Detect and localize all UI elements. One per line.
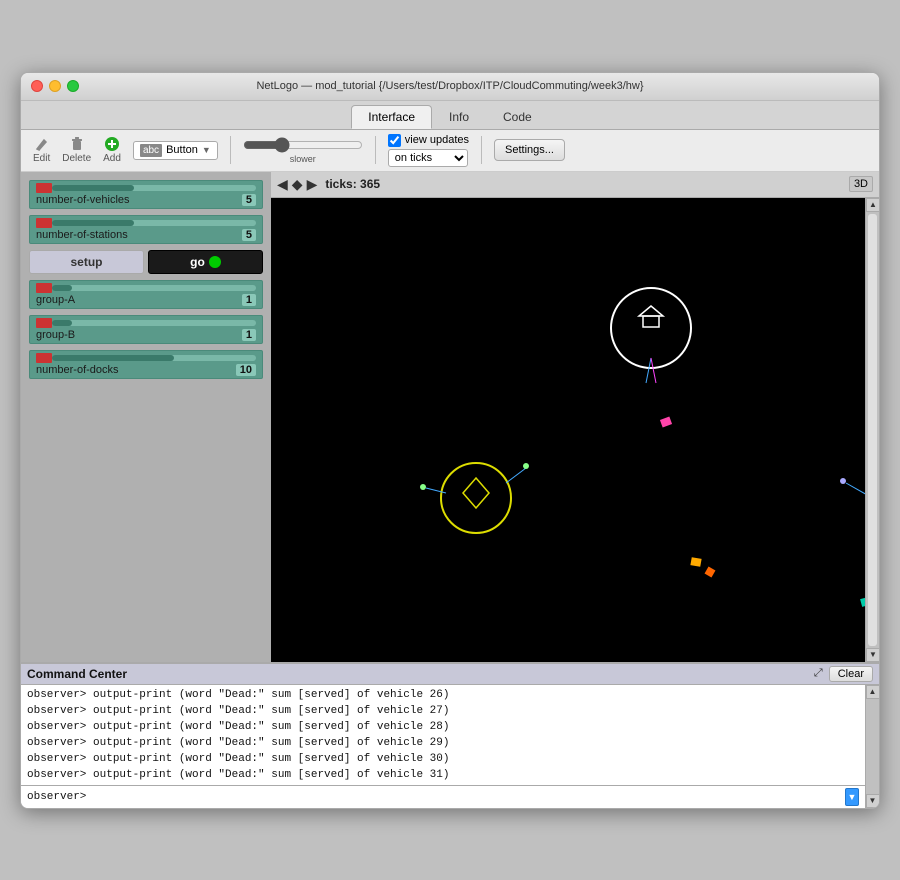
view-icons: ◀ ◆ ▶ xyxy=(277,176,317,193)
output-line-2: observer> output-print (word "Dead:" sum… xyxy=(27,703,859,719)
setup-button[interactable]: setup xyxy=(29,250,144,274)
on-ticks-select[interactable]: on ticks continuous xyxy=(388,149,468,167)
slider-fill xyxy=(52,185,134,191)
scroll-down-arrow[interactable]: ▼ xyxy=(866,648,879,662)
element-type-dropdown[interactable]: abc Button ▼ xyxy=(133,141,218,160)
command-scrollbar: ▲ ▼ xyxy=(865,685,879,808)
slider-indicator xyxy=(36,183,52,193)
tab-bar: Interface Info Code xyxy=(21,101,879,130)
slider-fill xyxy=(52,285,72,291)
view-updates-checkbox[interactable] xyxy=(388,134,401,147)
scroll-thumb[interactable] xyxy=(868,214,877,646)
slider-number-of-docks: number-of-docks 10 xyxy=(29,350,263,379)
dropdown-arrow-icon: ▼ xyxy=(202,145,211,155)
toolbar: Edit Delete Add abc Butt xyxy=(21,130,879,172)
command-output: observer> output-print (word "Dead:" sum… xyxy=(21,685,865,785)
add-button[interactable]: Add xyxy=(99,134,125,166)
delete-button[interactable]: Delete xyxy=(58,134,95,166)
separator-2 xyxy=(375,136,376,164)
slider-group-b: group-B 1 xyxy=(29,315,263,344)
slider-group-a: group-A 1 xyxy=(29,280,263,309)
simulation-svg xyxy=(271,198,865,662)
edit-button[interactable]: Edit xyxy=(29,134,54,166)
ticks-display: ticks: 365 xyxy=(325,177,380,191)
title-bar: NetLogo — mod_tutorial {/Users/test/Drop… xyxy=(21,73,879,101)
command-center-title: Command Center xyxy=(27,667,127,681)
cmd-scroll-down[interactable]: ▼ xyxy=(866,794,880,808)
slider-track xyxy=(52,320,256,326)
slider-fill xyxy=(52,355,174,361)
scroll-up-arrow[interactable]: ▲ xyxy=(866,198,879,212)
main-window: NetLogo — mod_tutorial {/Users/test/Drop… xyxy=(20,72,880,809)
command-input-row: observer> ▼ xyxy=(21,785,865,808)
left-panel: number-of-vehicles 5 number-of-stations … xyxy=(21,172,271,662)
command-center: Command Center ⤢ Clear observer> output-… xyxy=(21,662,879,808)
slider-track xyxy=(52,355,256,361)
window-title: NetLogo — mod_tutorial {/Users/test/Drop… xyxy=(256,80,643,92)
settings-button[interactable]: Settings... xyxy=(494,139,565,161)
traffic-lights xyxy=(31,80,79,92)
slider-track xyxy=(52,285,256,291)
output-line-1: observer> output-print (word "Dead:" sum… xyxy=(27,687,859,703)
expand-icon[interactable]: ⤢ xyxy=(814,667,823,680)
setup-go-row: setup go xyxy=(29,250,263,274)
tab-interface[interactable]: Interface xyxy=(351,105,432,129)
on-ticks-row: on ticks continuous xyxy=(388,149,469,167)
sim-canvas-inner xyxy=(271,198,865,662)
slider-indicator xyxy=(36,283,52,293)
view-area: ◀ ◆ ▶ ticks: 365 3D xyxy=(271,172,879,662)
command-prompt: observer> xyxy=(27,791,86,803)
view-updates-row: view updates xyxy=(388,134,469,147)
command-body: observer> output-print (word "Dead:" sum… xyxy=(21,685,879,808)
clear-button[interactable]: Clear xyxy=(829,666,873,682)
tab-code[interactable]: Code xyxy=(486,105,549,129)
output-line-4: observer> output-print (word "Dead:" sum… xyxy=(27,735,859,751)
main-content: number-of-vehicles 5 number-of-stations … xyxy=(21,172,879,662)
command-header: Command Center ⤢ Clear xyxy=(21,664,879,685)
zoom-icon[interactable]: ◆ xyxy=(292,176,303,193)
view-updates-group: view updates on ticks continuous xyxy=(388,134,469,167)
command-dropdown-button[interactable]: ▼ xyxy=(845,788,859,806)
slider-indicator xyxy=(36,218,52,228)
cmd-scroll-up[interactable]: ▲ xyxy=(866,685,880,699)
command-main: observer> output-print (word "Dead:" sum… xyxy=(21,685,865,808)
view-scroll-area: ▲ ▼ xyxy=(271,198,879,662)
slider-fill xyxy=(52,220,134,226)
zoom-button[interactable] xyxy=(67,80,79,92)
minimize-button[interactable] xyxy=(49,80,61,92)
move-icon[interactable]: ◀ xyxy=(277,176,288,193)
slider-number-of-vehicles: number-of-vehicles 5 xyxy=(29,180,263,209)
output-line-6: observer> output-print (word "Dead:" sum… xyxy=(27,767,859,783)
view-toolbar: ◀ ◆ ▶ ticks: 365 3D xyxy=(271,172,879,198)
slider-fill xyxy=(52,320,72,326)
output-line-5: observer> output-print (word "Dead:" sum… xyxy=(27,751,859,767)
slider-indicator xyxy=(36,318,52,328)
separator-1 xyxy=(230,136,231,164)
slider-track xyxy=(52,220,256,226)
simulation-canvas xyxy=(271,198,865,662)
command-input-field[interactable] xyxy=(90,791,841,803)
slider-track xyxy=(52,185,256,191)
go-button[interactable]: go xyxy=(148,250,263,274)
view-3d-button[interactable]: 3D xyxy=(849,176,873,192)
command-header-controls: ⤢ Clear xyxy=(814,666,873,682)
pan-icon[interactable]: ▶ xyxy=(307,176,318,193)
close-button[interactable] xyxy=(31,80,43,92)
tab-info[interactable]: Info xyxy=(432,105,486,129)
slider-number-of-stations: number-of-stations 5 xyxy=(29,215,263,244)
view-scrollbar: ▲ ▼ xyxy=(865,198,879,662)
speed-slider[interactable] xyxy=(243,137,363,153)
toolbar-edit-group: Edit Delete Add xyxy=(29,134,125,166)
separator-3 xyxy=(481,136,482,164)
go-indicator xyxy=(209,256,221,268)
speed-control: slower xyxy=(243,137,363,164)
slider-indicator xyxy=(36,353,52,363)
output-line-3: observer> output-print (word "Dead:" sum… xyxy=(27,719,859,735)
